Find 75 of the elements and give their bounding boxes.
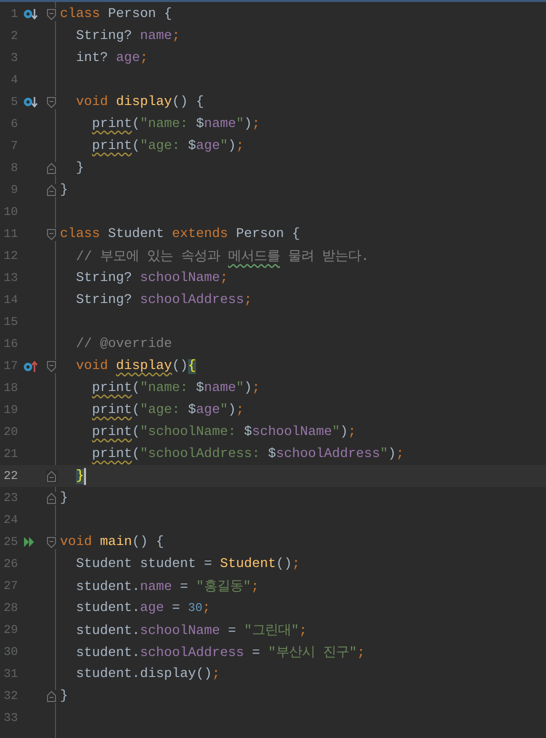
line-number: 32 [2,689,18,703]
line-number: 4 [10,73,18,87]
line-number: 16 [2,337,18,351]
line-number: 5 [10,95,18,109]
line-number: 17 [2,359,18,373]
code-line: String? name; [75,28,180,44]
code-line: int? age; [75,50,148,66]
code-line: print("age: $age"); [91,402,244,418]
line-number: 10 [2,205,18,219]
line-number: 30 [2,645,18,659]
line-number: 12 [2,249,18,263]
line-number: 15 [2,315,18,329]
line-number: 21 [2,447,18,461]
run-icon[interactable] [23,536,37,548]
code-line: student.schoolName = "그린대"; [75,622,307,639]
line-number: 14 [2,293,18,307]
line-number: 6 [10,117,18,131]
code-line: print("age: $age"); [91,138,244,154]
circle-down-arrow-icon[interactable] [23,96,38,108]
code-line: Student student = Student(); [75,556,300,572]
fold-icon[interactable] [46,228,57,240]
code-line: String? schoolAddress; [75,292,252,308]
line-number: 29 [2,623,18,637]
line-number: 25 [2,535,18,549]
line-number: 33 [2,711,18,725]
code-line: // @override [75,336,172,352]
line-number: 28 [2,601,18,615]
code-line: } [75,160,84,176]
line-number: 27 [2,579,18,593]
line-number: 1 [10,7,18,21]
line-number: 18 [2,381,18,395]
line-number: 7 [10,139,18,153]
code-line: class Student extends Person { [60,226,300,242]
code-line: void main() { [60,534,164,550]
line-number: 13 [2,271,18,285]
line-number: 11 [2,227,18,241]
line-number: 20 [2,425,18,439]
fold-icon[interactable] [46,96,57,108]
fold-icon[interactable] [46,492,57,504]
code-line: String? schoolName; [75,270,228,286]
code-line: } [60,182,68,198]
code-line: print("name: $name"); [91,380,260,396]
code-line: void display(){ [75,358,196,374]
code-line: // 부모에 있는 속성과 메서드를 물려 받는다. [75,248,369,265]
fold-icon[interactable] [46,162,57,174]
line-number: 22 [2,469,18,483]
line-number: 26 [2,557,18,571]
code-line: class Person { [60,6,172,22]
fold-icon[interactable] [46,470,57,482]
line-number: 9 [10,183,18,197]
code-line: } [60,490,68,506]
line-number: 31 [2,667,18,681]
line-number: 3 [10,51,18,65]
circle-down-arrow-icon[interactable] [23,8,38,20]
line-number: 23 [2,491,18,505]
fold-icon[interactable] [46,690,57,702]
fold-icon[interactable] [46,184,57,196]
code-line: print("schoolAddress: $schoolAddress"); [91,446,404,462]
code-line: student.name = "홍길동"; [75,578,259,595]
code-line: student.display(); [75,666,220,682]
code-line: print("name: $name"); [91,116,260,132]
code-line: student.age = 30; [75,600,210,616]
code-line: void display() { [75,94,204,110]
line-number: 24 [2,513,18,527]
fold-icon[interactable] [46,536,57,548]
line-number: 19 [2,403,18,417]
line-number: 8 [10,161,18,175]
code-line: } [60,688,68,704]
line-number: 2 [10,29,18,43]
fold-icon[interactable] [46,360,57,372]
circle-up-arrow-icon[interactable] [23,360,38,372]
code-line: print("schoolName: $schoolName"); [91,424,356,440]
text-cursor [84,468,86,484]
fold-icon[interactable] [46,8,57,20]
code-line: student.schoolAddress = "부산시 진구"; [75,644,365,661]
